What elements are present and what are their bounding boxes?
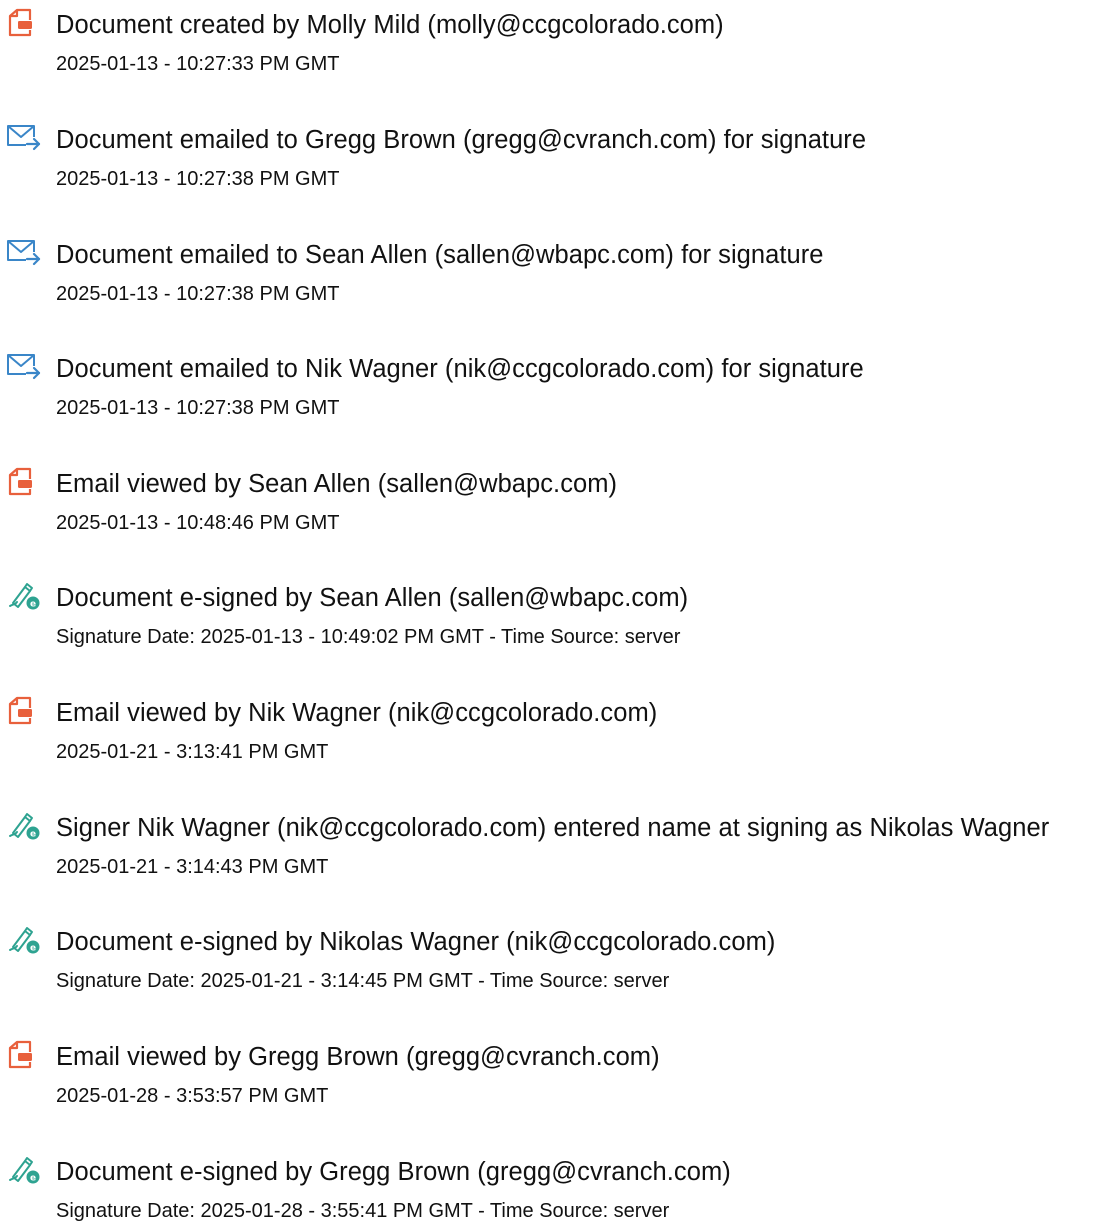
event-title: Document created by Molly Mild (molly@cc… [56, 11, 724, 39]
event-title: Email viewed by Nik Wagner (nik@ccgcolor… [56, 699, 658, 727]
event-timestamp: 2025-01-13 - 10:27:33 PM GMT [56, 53, 340, 75]
e-signature-icon: e [6, 1155, 42, 1185]
document-icon [6, 696, 42, 726]
email-sent-icon [6, 238, 42, 268]
svg-text:e: e [30, 1174, 36, 1184]
audit-event: Document emailed to Gregg Brown (gregg@c… [0, 125, 1094, 235]
event-timestamp: 2025-01-13 - 10:27:38 PM GMT [56, 168, 340, 190]
audit-event: Email viewed by Sean Allen (sallen@wbapc… [0, 467, 1094, 579]
event-timestamp: 2025-01-13 - 10:27:38 PM GMT [56, 397, 340, 419]
event-timestamp: 2025-01-13 - 10:48:46 PM GMT [56, 512, 340, 534]
audit-event: e Document e-signed by Sean Allen (salle… [0, 583, 1094, 693]
audit-event: Document emailed to Sean Allen (sallen@w… [0, 240, 1094, 350]
svg-text:e: e [30, 830, 36, 840]
event-signature-date: Signature Date: 2025-01-28 - 3:55:41 PM … [56, 1200, 670, 1222]
event-title: Signer Nik Wagner (nik@ccgcolorado.com) … [56, 814, 1050, 842]
event-timestamp: 2025-01-21 - 3:13:41 PM GMT [56, 741, 329, 763]
event-timestamp: 2025-01-21 - 3:14:43 PM GMT [56, 856, 329, 878]
email-sent-icon [6, 352, 42, 382]
audit-event: e Signer Nik Wagner (nik@ccgcolorado.com… [0, 813, 1094, 923]
event-title: Email viewed by Gregg Brown (gregg@cvran… [56, 1043, 660, 1071]
svg-text:e: e [30, 944, 36, 954]
event-title: Document e-signed by Gregg Brown (gregg@… [56, 1158, 731, 1186]
e-signature-icon: e [6, 925, 42, 955]
event-title: Document emailed to Gregg Brown (gregg@c… [56, 126, 867, 154]
event-signature-date: Signature Date: 2025-01-13 - 10:49:02 PM… [56, 626, 681, 648]
event-signature-date: Signature Date: 2025-01-21 - 3:14:45 PM … [56, 970, 670, 992]
audit-event: e Document e-signed by Gregg Brown (greg… [0, 1157, 1094, 1222]
event-timestamp: 2025-01-13 - 10:27:38 PM GMT [56, 283, 340, 305]
event-title: Document e-signed by Sean Allen (sallen@… [56, 584, 689, 612]
audit-event: Document created by Molly Mild (molly@cc… [0, 8, 1094, 120]
audit-event: Email viewed by Gregg Brown (gregg@cvran… [0, 1040, 1094, 1152]
event-timestamp: 2025-01-28 - 3:53:57 PM GMT [56, 1085, 329, 1107]
event-title: Email viewed by Sean Allen (sallen@wbapc… [56, 470, 618, 498]
event-title: Document e-signed by Nikolas Wagner (nik… [56, 928, 776, 956]
svg-text:e: e [30, 600, 36, 610]
document-icon [6, 8, 42, 38]
audit-event: Email viewed by Nik Wagner (nik@ccgcolor… [0, 696, 1094, 808]
document-icon [6, 467, 42, 497]
e-signature-icon: e [6, 811, 42, 841]
e-signature-icon: e [6, 581, 42, 611]
event-title: Document emailed to Nik Wagner (nik@ccgc… [56, 355, 864, 383]
audit-event: e Document e-signed by Nikolas Wagner (n… [0, 927, 1094, 1037]
audit-event: Document emailed to Nik Wagner (nik@ccgc… [0, 354, 1094, 464]
email-sent-icon [6, 123, 42, 153]
document-icon [6, 1040, 42, 1070]
event-title: Document emailed to Sean Allen (sallen@w… [56, 241, 824, 269]
